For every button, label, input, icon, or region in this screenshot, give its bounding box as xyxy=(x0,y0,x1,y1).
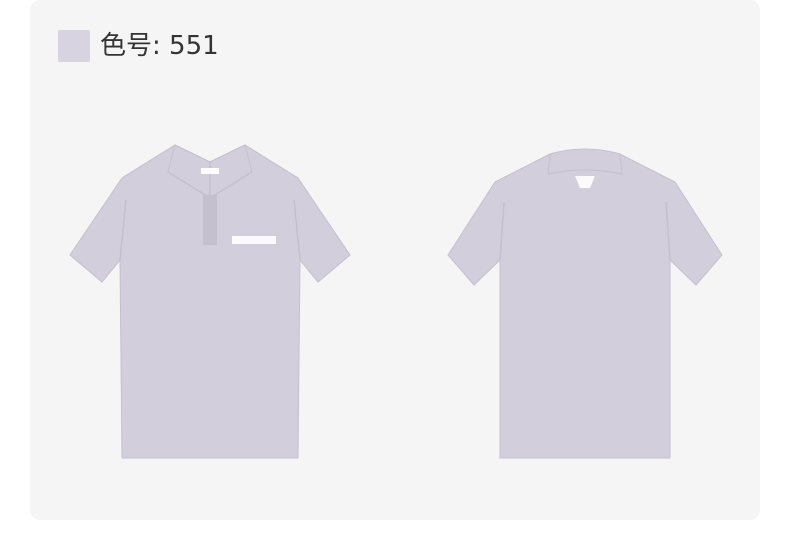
color-swatch xyxy=(58,30,90,62)
color-code-label: 色号: 551 xyxy=(100,31,219,61)
columbia-logo-icon xyxy=(232,236,276,244)
polo-shirt-front-icon xyxy=(60,140,360,460)
polo-shirt-back-icon xyxy=(440,140,730,460)
